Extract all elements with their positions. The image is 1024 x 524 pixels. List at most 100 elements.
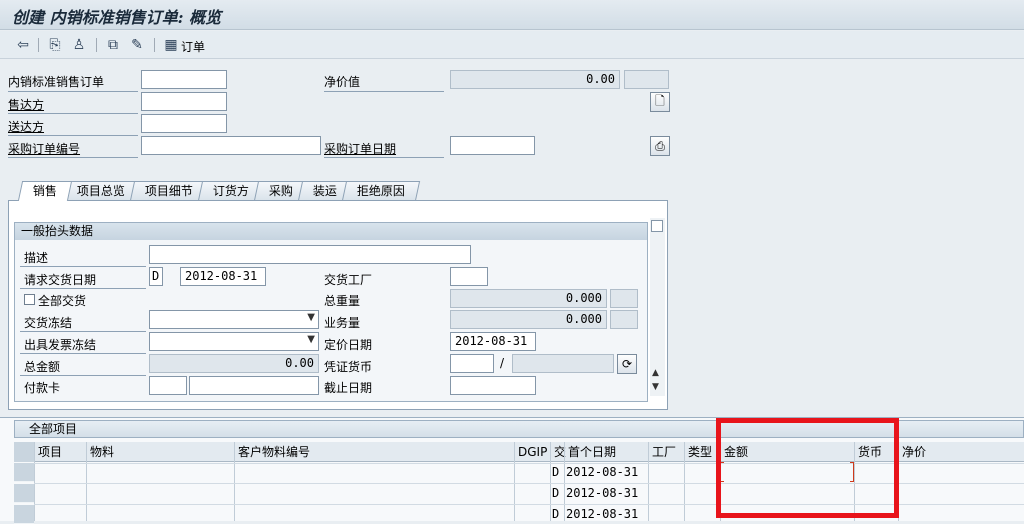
label-underline xyxy=(20,266,146,267)
column-divider xyxy=(550,442,551,521)
description-label: 描述 xyxy=(24,251,49,265)
tab-sales[interactable]: 销售 xyxy=(17,181,73,201)
expiry-date-input[interactable] xyxy=(450,376,536,395)
weight-unit-field xyxy=(610,289,638,308)
label-underline xyxy=(324,157,444,158)
scroll-thumb[interactable] xyxy=(651,220,663,232)
row-first-date[interactable]: 2012-08-31 xyxy=(566,483,638,503)
sold-to-label[interactable]: 售达方 xyxy=(8,96,44,113)
po-number-input[interactable] xyxy=(141,136,321,155)
delivery-plant-input[interactable] xyxy=(450,267,488,286)
label-underline xyxy=(8,113,138,114)
table-grid-icon[interactable]: ▦ xyxy=(163,36,179,54)
billing-block-dropdown[interactable]: ▼ xyxy=(149,332,319,351)
row-selector[interactable] xyxy=(14,484,34,503)
delivery-plant-label: 交货工厂 xyxy=(324,273,373,287)
column-divider xyxy=(514,442,515,521)
order-button-label[interactable]: 订单 xyxy=(181,38,205,55)
description-input[interactable] xyxy=(149,245,471,264)
total-amount-label: 总金额 xyxy=(24,360,61,374)
total-amount-field: 0.00 xyxy=(149,354,319,373)
delivery-block-dropdown[interactable]: ▼ xyxy=(149,310,319,329)
tab-reason-for-rejection[interactable]: 拒绝原因 xyxy=(341,181,421,201)
display-icon[interactable]: ✎ xyxy=(128,36,146,54)
scroll-down-icon[interactable]: ▼ xyxy=(652,382,659,392)
total-weight-field: 0.000 xyxy=(450,289,607,308)
refresh-icon[interactable]: ⟳ xyxy=(617,354,637,374)
exchange-rate-field xyxy=(512,354,614,373)
tab-strip: 销售 项目总览 项目细节 订货方 采购 装运 拒绝原因 xyxy=(17,181,421,201)
col-customer-material[interactable]: 客户物料编号 xyxy=(236,443,310,462)
label-underline xyxy=(324,91,444,92)
col-type[interactable]: 类型 xyxy=(686,443,712,462)
pricing-date-label: 定价日期 xyxy=(324,338,373,352)
label-underline xyxy=(8,135,138,136)
copy-icon[interactable]: ⧉ xyxy=(104,36,122,54)
back-arrow-icon[interactable]: ⇦ xyxy=(14,36,32,54)
net-value-currency-field xyxy=(624,70,669,89)
complete-delivery-checkbox[interactable] xyxy=(24,294,35,305)
label-underline xyxy=(20,353,146,354)
volume-field: 0.000 xyxy=(450,310,607,329)
col-net-price[interactable]: 净价 xyxy=(900,443,926,462)
row-selector[interactable] xyxy=(14,505,34,524)
card-type-input[interactable] xyxy=(149,376,187,395)
column-divider xyxy=(234,442,235,521)
row-first-date[interactable]: 2012-08-31 xyxy=(566,504,638,524)
payment-card-label: 付款卡 xyxy=(24,381,61,395)
po-detail-icon[interactable]: ⎙ xyxy=(650,136,670,156)
row-first-date[interactable]: 2012-08-31 xyxy=(566,462,638,482)
tab-item-overview[interactable]: 项目总览 xyxy=(61,181,141,201)
net-value-field: 0.00 xyxy=(450,70,620,89)
pricing-date-input[interactable]: 2012-08-31 xyxy=(450,332,536,351)
tab-item-detail[interactable]: 项目细节 xyxy=(129,181,209,201)
ship-to-input[interactable] xyxy=(141,114,227,133)
scroll-up-icon[interactable]: ▲ xyxy=(652,368,659,378)
document-icon[interactable]: 🗋 xyxy=(650,92,670,112)
header-detail-icon[interactable]: ⎘ xyxy=(46,36,64,54)
col-first-date[interactable]: 首个日期 xyxy=(566,443,616,462)
label-underline xyxy=(8,157,138,158)
order-type-label: 内销标准销售订单 xyxy=(8,75,105,89)
column-divider xyxy=(648,442,649,521)
col-plant[interactable]: 工厂 xyxy=(650,443,676,462)
delivery-block-label: 交货冻结 xyxy=(24,316,73,330)
req-delivery-date-input[interactable]: 2012-08-31 xyxy=(180,267,266,286)
col-material[interactable]: 物料 xyxy=(88,443,114,462)
page-title: 创建 内销标准销售订单: 概览 xyxy=(12,8,222,27)
person-icon[interactable]: ♙ xyxy=(70,36,88,54)
chevron-down-icon: ▼ xyxy=(307,334,315,345)
panel-scrollbar[interactable]: ▲ ▼ xyxy=(650,218,665,396)
toolbar-separator xyxy=(38,38,39,52)
order-number-input[interactable] xyxy=(141,70,227,89)
col-dgip[interactable]: DGIP xyxy=(516,443,547,462)
date-format-field[interactable]: D xyxy=(149,267,163,286)
row-delivery-flag[interactable]: D xyxy=(552,462,559,482)
card-number-input[interactable] xyxy=(189,376,319,395)
label-underline xyxy=(20,288,146,289)
row-selector[interactable] xyxy=(14,463,34,482)
total-weight-label: 总重量 xyxy=(324,294,361,308)
row-delivery-flag[interactable]: D xyxy=(552,483,559,503)
title-bar: 创建 内销标准销售订单: 概览 xyxy=(0,0,1024,30)
label-underline xyxy=(8,91,138,92)
column-divider xyxy=(86,442,87,521)
sold-to-input[interactable] xyxy=(141,92,227,111)
currency-separator: / xyxy=(500,356,505,370)
billing-block-label: 出具发票冻结 xyxy=(24,338,97,352)
doc-currency-input[interactable] xyxy=(450,354,494,373)
req-delivery-date-label: 请求交货日期 xyxy=(24,273,97,287)
row-delivery-flag[interactable]: D xyxy=(552,504,559,524)
po-number-label[interactable]: 采购订单编号 xyxy=(8,140,80,157)
doc-currency-label: 凭证货币 xyxy=(324,360,373,374)
po-date-label[interactable]: 采购订单日期 xyxy=(324,140,396,157)
label-underline xyxy=(20,331,146,332)
application-toolbar: ⇦ ⎘ ♙ ⧉ ✎ ▦ 订单 xyxy=(0,31,1024,59)
ship-to-label[interactable]: 送达方 xyxy=(8,118,44,135)
toolbar-separator xyxy=(96,38,97,52)
select-all-cell[interactable] xyxy=(14,442,34,462)
column-divider xyxy=(684,442,685,521)
col-item[interactable]: 项目 xyxy=(36,443,62,462)
po-date-input[interactable] xyxy=(450,136,535,155)
volume-label: 业务量 xyxy=(324,316,361,330)
